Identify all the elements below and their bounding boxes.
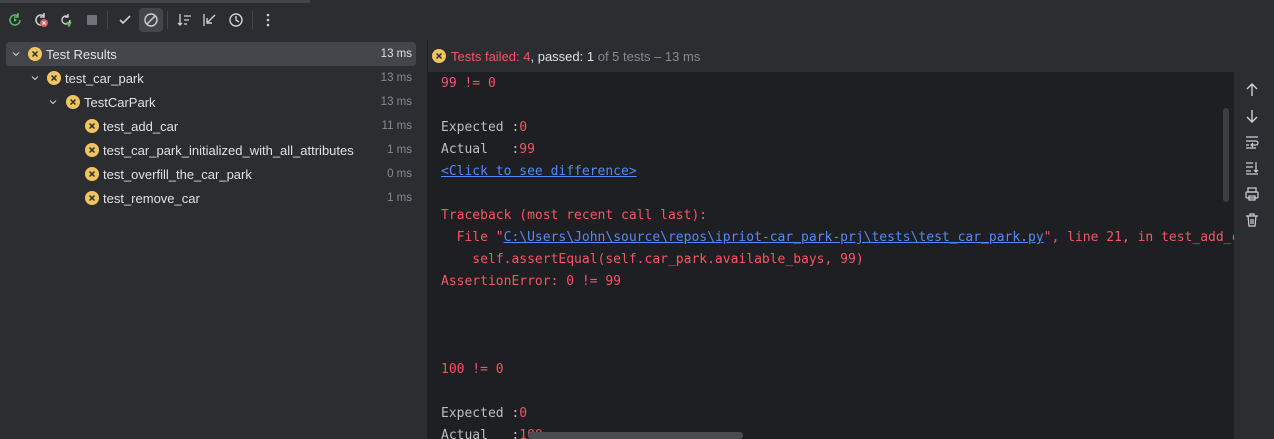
toolbar-separator bbox=[252, 11, 253, 29]
tree-item-label: test_car_park_initialized_with_all_attri… bbox=[103, 142, 354, 158]
test-summary-text: Tests failed: 4, passed: 1 of 5 tests – … bbox=[451, 49, 700, 64]
failed-status-icon bbox=[85, 119, 99, 133]
tree-item-duration: 1 ms bbox=[387, 192, 412, 204]
failed-status-icon bbox=[66, 95, 80, 109]
actual-label: Actual : bbox=[441, 428, 520, 439]
expected-value: 0 bbox=[519, 120, 528, 135]
show-ignored-icon[interactable] bbox=[139, 8, 163, 32]
tree-item-duration: 13 ms bbox=[380, 96, 412, 108]
collapse-all-icon[interactable] bbox=[198, 8, 222, 32]
console-line: AssertionError: 0 != 99 bbox=[441, 274, 622, 289]
tree-item-test-remove-car[interactable]: test_remove_car 1 ms bbox=[6, 186, 416, 210]
console-line-file: File "C:\Users\John\source\repos\ipriot-… bbox=[441, 227, 1234, 249]
toolbar-separator bbox=[107, 11, 108, 29]
previous-occurrence-icon[interactable] bbox=[1242, 80, 1262, 100]
tree-item-label: Test Results bbox=[46, 46, 117, 62]
console-line-expected: Expected :0 bbox=[441, 117, 527, 139]
print-icon[interactable] bbox=[1242, 184, 1262, 204]
tree-item-duration: 13 ms bbox=[380, 48, 412, 60]
tree-item-label: test_add_car bbox=[103, 118, 179, 134]
clear-all-icon[interactable] bbox=[1242, 210, 1262, 230]
rerun-icon[interactable] bbox=[3, 8, 27, 32]
tree-item-test-car-park-module[interactable]: test_car_park 13 ms bbox=[6, 66, 416, 90]
rerun-failed-icon[interactable] bbox=[29, 8, 53, 32]
tree-item-label: test_remove_car bbox=[103, 190, 200, 206]
file-prefix: File " bbox=[441, 230, 504, 245]
chevron-down-icon[interactable] bbox=[45, 94, 61, 110]
test-summary-header: Tests failed: 4, passed: 1 of 5 tests – … bbox=[428, 40, 1274, 72]
total-tests: of 5 tests – 13 ms bbox=[594, 49, 701, 64]
failed-status-icon bbox=[85, 143, 99, 157]
file-suffix: ", line 21, in test_add_car bbox=[1043, 230, 1234, 245]
chevron-down-icon[interactable] bbox=[27, 70, 43, 86]
failed-status-icon bbox=[85, 191, 99, 205]
failed-status-icon bbox=[47, 71, 61, 85]
actual-label: Actual : bbox=[441, 142, 520, 157]
console-side-toolbar bbox=[1234, 72, 1274, 439]
failed-status-icon bbox=[85, 167, 99, 181]
soft-wrap-icon[interactable] bbox=[1242, 132, 1262, 152]
console-line: Traceback (most recent call last): bbox=[441, 208, 708, 223]
horizontal-scrollbar[interactable] bbox=[528, 432, 743, 439]
tree-item-label: test_car_park bbox=[65, 70, 144, 86]
tree-item-test-overfill[interactable]: test_overfill_the_car_park 0 ms bbox=[6, 162, 416, 186]
failed-status-icon bbox=[432, 49, 446, 63]
chevron-down-icon[interactable] bbox=[8, 46, 24, 62]
expected-label: Expected : bbox=[441, 120, 520, 135]
tree-item-label: TestCarPark bbox=[84, 94, 156, 110]
test-output-console[interactable]: 99 != 0 Expected :0 Actual :99 <Click to… bbox=[428, 72, 1234, 439]
console-line-actual: Actual :99 bbox=[441, 139, 535, 161]
show-passed-icon[interactable] bbox=[113, 8, 137, 32]
console-line: 100 != 0 bbox=[441, 362, 504, 377]
tab-strip-indicator bbox=[0, 0, 310, 3]
tree-item-duration: 1 ms bbox=[387, 144, 412, 156]
test-results-tree: Test Results 13 ms test_car_park 13 ms T… bbox=[0, 40, 420, 439]
actual-value: 99 bbox=[519, 142, 535, 157]
tree-item-test-results[interactable]: Test Results 13 ms bbox=[6, 42, 416, 66]
tree-item-duration: 11 ms bbox=[381, 120, 412, 132]
toolbar-separator bbox=[167, 11, 168, 29]
tree-item-duration: 13 ms bbox=[380, 72, 412, 84]
tree-item-label: test_overfill_the_car_park bbox=[103, 166, 252, 182]
click-to-see-difference-link[interactable]: <Click to see difference> bbox=[441, 161, 637, 183]
tree-item-test-car-park-class[interactable]: TestCarPark 13 ms bbox=[6, 90, 416, 114]
scroll-to-end-icon[interactable] bbox=[1242, 158, 1262, 178]
next-occurrence-icon[interactable] bbox=[1242, 106, 1262, 126]
test-runner-toolbar bbox=[0, 0, 1274, 40]
expected-label: Expected : bbox=[441, 406, 520, 421]
expected-value: 0 bbox=[519, 406, 528, 421]
tree-item-test-add-car[interactable]: test_add_car 11 ms bbox=[6, 114, 416, 138]
vertical-scrollbar[interactable] bbox=[1223, 108, 1229, 202]
console-line-expected: Expected :0 bbox=[441, 403, 527, 425]
file-path-link[interactable]: C:\Users\John\source\repos\ipriot-car_pa… bbox=[504, 230, 1044, 245]
stop-icon[interactable] bbox=[80, 8, 104, 32]
sort-icon[interactable] bbox=[173, 8, 197, 32]
tree-item-duration: 0 ms bbox=[387, 168, 412, 180]
passed-count: , passed: 1 bbox=[530, 49, 595, 64]
more-options-icon[interactable] bbox=[256, 8, 280, 32]
toggle-auto-test-icon[interactable] bbox=[54, 8, 78, 32]
console-line: self.assertEqual(self.car_park.available… bbox=[441, 252, 864, 267]
tree-item-test-car-park-initialized[interactable]: test_car_park_initialized_with_all_attri… bbox=[6, 138, 416, 162]
failed-count: Tests failed: 4 bbox=[451, 49, 531, 64]
console-line: 99 != 0 bbox=[441, 76, 496, 91]
test-history-icon[interactable] bbox=[224, 8, 248, 32]
failed-status-icon bbox=[28, 47, 42, 61]
